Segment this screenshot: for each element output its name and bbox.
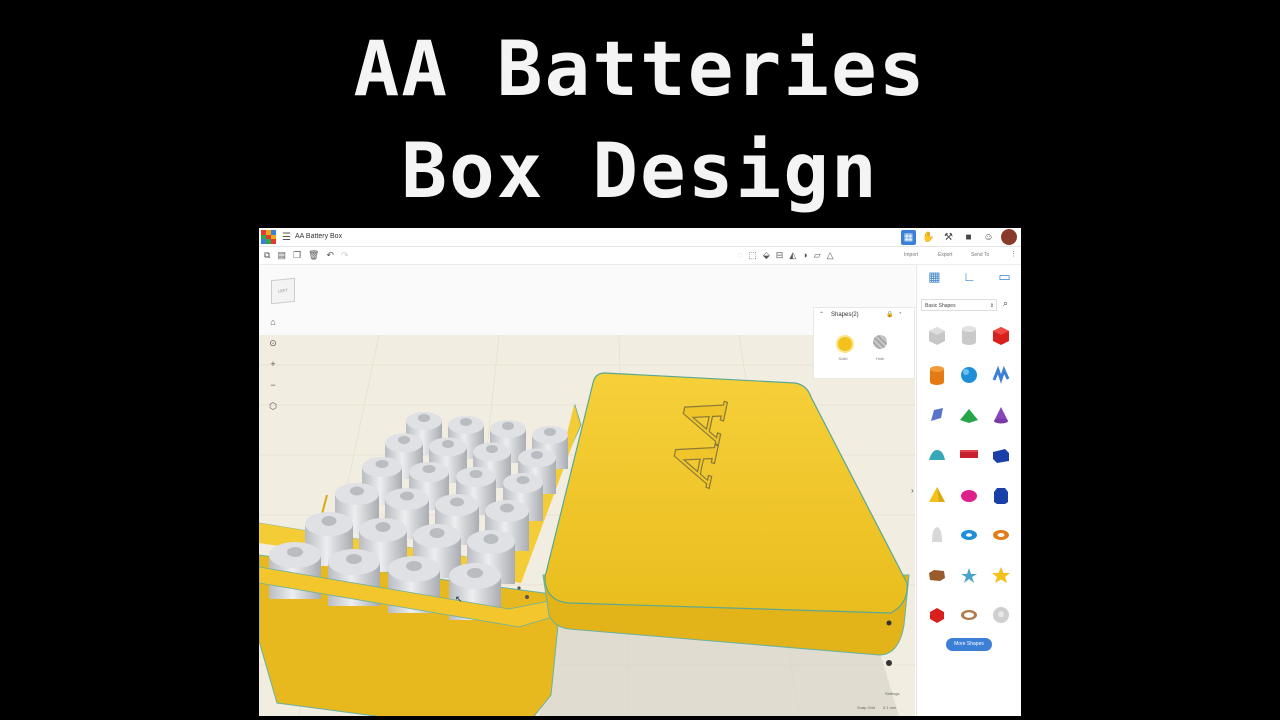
paraboloid-shape[interactable] (921, 521, 953, 549)
top-right-icons: ▦ ✋ ⚒ ■ ☺ (901, 229, 1017, 245)
headline-line-2: Box Design (401, 126, 879, 215)
avatar[interactable] (1001, 229, 1017, 245)
zoom-in-icon[interactable]: + (267, 359, 279, 372)
ring-shape[interactable] (953, 601, 985, 629)
more-shapes-button[interactable]: More Shapes (946, 638, 992, 651)
view-controls: ⌂ ⊙ + − ⬡ (267, 317, 279, 414)
graph-shape[interactable] (921, 401, 953, 429)
polygon-shape[interactable] (985, 481, 1017, 509)
search-icon[interactable]: ⌕ (1003, 298, 1008, 309)
ruler-icon[interactable]: △ (827, 250, 834, 261)
zoom-out-icon[interactable]: − (267, 380, 279, 393)
solid-swatch[interactable] (836, 335, 854, 353)
dot-marker (517, 586, 521, 590)
pickaxe-icon[interactable]: ⚒ (941, 230, 956, 245)
tinkercad-screenshot: ☰ AA Battery Box ▦ ✋ ⚒ ■ ☺ ⧉ ▤ ❐ 🗑 ↶ ↷ ◌… (259, 228, 1021, 716)
undo-icon[interactable]: ↶ (326, 250, 334, 261)
shape-grid (921, 321, 1017, 629)
ruler-tool-icon[interactable]: ∟ (963, 269, 976, 285)
delete-icon[interactable]: 🗑 (308, 250, 319, 261)
duplicate-icon[interactable]: ❐ (293, 250, 301, 261)
mirror-icon[interactable]: ◭ (789, 250, 796, 261)
briefcase-icon[interactable]: ■ (961, 230, 976, 245)
cylinder-shape[interactable] (921, 361, 953, 389)
dot-marker (886, 660, 892, 666)
inspector-title: Shapes(2) (831, 312, 859, 318)
paste-icon[interactable]: ▤ (277, 250, 286, 261)
hole-label: Hole (875, 356, 885, 361)
more-icon[interactable]: ⋮ (1010, 250, 1017, 258)
tube-shape[interactable] (985, 521, 1017, 549)
dot-marker (886, 620, 892, 626)
notes-tool-icon[interactable]: ▭ (998, 269, 1010, 285)
shape-library-select[interactable]: Basic Shapes ⇕ (921, 299, 997, 311)
cylinder-hole-shape[interactable] (953, 321, 985, 349)
redo-icon[interactable]: ↷ (341, 250, 349, 261)
mouse-cursor: ↖ (455, 594, 463, 604)
icosahedron-shape[interactable] (921, 601, 953, 629)
hexagonal-prism-shape[interactable] (921, 561, 953, 589)
round-roof-shape[interactable] (921, 441, 953, 469)
snap-grid-label: Snap Grid (857, 705, 876, 710)
collapse-chevron-icon[interactable]: ⌃ (819, 311, 824, 318)
shape-inspector: ⌃ Shapes(2) 🔒 ◔ Solid Hole (813, 307, 915, 379)
box-shape[interactable] (985, 321, 1017, 349)
circuits-icon[interactable]: ✋ (921, 230, 936, 245)
wedge-box-shape[interactable] (985, 441, 1017, 469)
dot-marker (525, 595, 529, 599)
text-shape[interactable] (953, 441, 985, 469)
cone-shape[interactable] (985, 401, 1017, 429)
import-button[interactable]: Import (904, 252, 918, 258)
app-logo[interactable] (261, 230, 276, 244)
light-bulb-icon[interactable]: ◔ (898, 311, 902, 317)
toolbar: ⧉ ▤ ❐ 🗑 ↶ ↷ ◌ ⬚ ⬙ ⊟ ◭ ◑ ▱ △ Import Expor… (259, 247, 1021, 265)
copy-icon[interactable]: ⧉ (264, 250, 270, 261)
scribble-shape[interactable] (985, 361, 1017, 389)
align-icon[interactable]: ⊟ (776, 250, 784, 261)
half-sphere-shape[interactable] (953, 481, 985, 509)
perspective-icon[interactable]: ⬡ (267, 401, 279, 414)
view-cube[interactable]: LEFT (271, 277, 295, 305)
heart-star-shape[interactable] (953, 561, 985, 589)
roof-shape[interactable] (953, 401, 985, 429)
torus-shape[interactable] (953, 521, 985, 549)
star-shape[interactable] (985, 561, 1017, 589)
box-hole-shape[interactable] (921, 321, 953, 349)
panel-collapse-icon[interactable]: › (911, 486, 914, 495)
workplane-tool-icon[interactable]: ▦ (928, 269, 940, 285)
add-user-icon[interactable]: ☺ (981, 230, 996, 245)
cruise-icon[interactable]: ◑ (802, 250, 807, 261)
solid-label: Solid (838, 356, 848, 361)
fit-view-icon[interactable]: ⊙ (267, 338, 279, 351)
ungroup-icon[interactable]: ⬙ (763, 250, 770, 261)
pyramid-shape[interactable] (921, 481, 953, 509)
home-view-icon[interactable]: ⌂ (267, 317, 279, 330)
title-bar: ☰ AA Battery Box ▦ ✋ ⚒ ■ ☺ (259, 228, 1021, 247)
send-to-button[interactable]: Send To (971, 252, 989, 258)
hole-swatch[interactable] (873, 335, 887, 349)
sphere-shape[interactable] (953, 361, 985, 389)
workplane-viewport[interactable]: AA LEFT ⌂ ⊙ + − ⬡ ⌃ Shapes(2) 🔒 ◔ Solid … (259, 265, 915, 716)
group-icon[interactable]: ⬚ (748, 250, 757, 261)
lock-icon[interactable]: 🔒 (886, 311, 893, 318)
document-title[interactable]: AA Battery Box (295, 233, 342, 240)
settings-link[interactable]: Settings (885, 691, 899, 696)
menu-icon[interactable]: ☰ (282, 232, 291, 243)
headline-line-1: AA Batteries (353, 24, 927, 113)
3d-design-icon[interactable]: ▦ (901, 229, 916, 245)
export-button[interactable]: Export (938, 252, 952, 258)
light-icon[interactable]: ◌ (737, 250, 742, 261)
snap-grid-value[interactable]: 0.1 mm (883, 705, 896, 710)
shapes-panel: ▦ ∟ ▭ Basic Shapes ⇕ ⌕ More Shapes (916, 265, 1021, 716)
workplane-icon[interactable]: ▱ (814, 250, 821, 261)
select-arrow-icon: ⇕ (989, 303, 994, 309)
shape-library-value: Basic Shapes (925, 303, 956, 309)
soccer-ball-shape[interactable] (985, 601, 1017, 629)
